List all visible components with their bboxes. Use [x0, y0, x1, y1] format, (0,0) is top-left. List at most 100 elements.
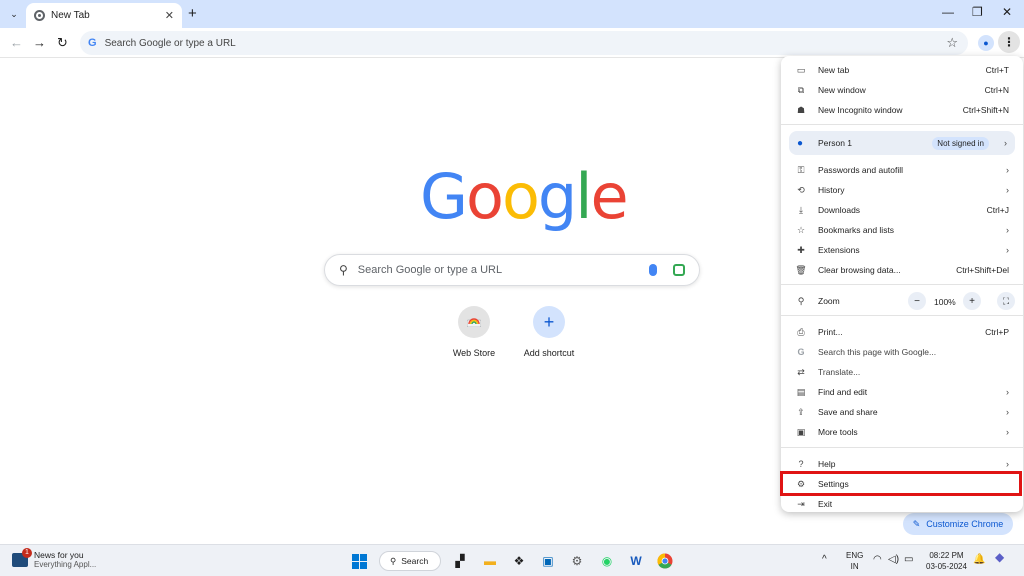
add-icon: +	[533, 306, 565, 338]
ntp-search-placeholder: Search Google or type a URL	[357, 264, 503, 276]
menu-item-bookmarks[interactable]: ☆ Bookmarks and lists ›	[781, 220, 1023, 240]
toolbar: ← → ↻ G Search Google or type a URL ☆ ● …	[0, 28, 1024, 58]
history-icon: ⟲	[797, 184, 805, 195]
wifi-icon[interactable]: ◠	[873, 554, 882, 565]
store-icon[interactable]: ▣	[539, 552, 557, 570]
whatsapp-icon[interactable]: ◉	[598, 552, 616, 570]
chrome-icon[interactable]	[656, 552, 674, 570]
signin-status-badge: Not signed in	[932, 136, 989, 150]
chrome-menu: ▭ New tab Ctrl+T ⧉ New window Ctrl+N ☗ N…	[781, 56, 1023, 512]
chevron-right-icon: ›	[1006, 427, 1009, 437]
pencil-icon: ✎	[912, 518, 921, 529]
menu-separator	[781, 315, 1023, 316]
zoom-in-button[interactable]: +	[963, 292, 981, 310]
menu-item-new-incognito[interactable]: ☗ New Incognito window Ctrl+Shift+N	[781, 100, 1023, 120]
menu-item-new-window[interactable]: ⧉ New window Ctrl+N	[781, 80, 1023, 100]
reload-icon[interactable]: ↻	[57, 35, 68, 51]
copilot-icon[interactable]: ◆	[995, 551, 1004, 563]
menu-item-extensions[interactable]: ✚ Extensions ›	[781, 240, 1023, 260]
zoom-value: 100%	[934, 297, 956, 307]
menu-item-search-page[interactable]: G Search this page with Google...	[781, 342, 1023, 362]
battery-icon[interactable]: ▭	[904, 554, 913, 565]
settings-gear-icon[interactable]: ⚙	[568, 552, 586, 570]
google-g-icon: G	[88, 37, 97, 49]
menu-item-downloads[interactable]: ⤓ Downloads Ctrl+J	[781, 200, 1023, 220]
voice-search-icon[interactable]	[649, 264, 657, 276]
news-widget[interactable]: 1 News for you Everything Appl...	[12, 547, 96, 569]
zoom-out-button[interactable]: −	[908, 292, 926, 310]
profile-avatar-icon[interactable]: ●	[978, 35, 994, 51]
tab-title: New Tab	[51, 10, 90, 21]
clock[interactable]: 08:22 PM 03-05-2024	[926, 550, 967, 572]
incognito-icon: ☗	[796, 104, 806, 115]
web-store-icon	[458, 306, 490, 338]
tab-search-chevron-icon[interactable]: ⌄	[6, 6, 22, 22]
volume-icon[interactable]: ◁)	[888, 554, 899, 565]
menu-item-person[interactable]: ● Person 1 Not signed in ›	[789, 131, 1015, 155]
menu-item-print[interactable]: ⎙ Print... Ctrl+P	[781, 322, 1023, 342]
trash-icon: 🗑	[795, 264, 807, 275]
back-icon[interactable]: ←	[10, 35, 23, 50]
address-bar[interactable]: G Search Google or type a URL ☆	[80, 31, 968, 55]
customize-chrome-button[interactable]: ✎ Customize Chrome	[903, 513, 1013, 535]
close-window-icon[interactable]: ✕	[1002, 5, 1012, 19]
download-icon: ⤓	[799, 204, 803, 215]
puzzle-icon: ✚	[797, 244, 805, 255]
menu-item-save-share[interactable]: ⇪ Save and share ›	[781, 402, 1023, 422]
settings-highlight-box	[780, 471, 1022, 496]
help-icon: ?	[798, 459, 804, 469]
news-count-badge: 1	[22, 547, 32, 558]
person-icon: ●	[797, 137, 804, 149]
taskbar-search[interactable]: ⚲ Search	[379, 551, 441, 571]
tab-close-icon[interactable]: ✕	[165, 9, 174, 22]
news-icon: 1	[12, 547, 32, 567]
search-icon: ⚲	[390, 555, 397, 566]
chevron-right-icon: ›	[1006, 245, 1009, 255]
tab-strip: ⌄ New Tab ✕ + — ❐ ✕	[0, 0, 1024, 28]
menu-item-clear-data[interactable]: 🗑 Clear browsing data... Ctrl+Shift+Del	[781, 260, 1023, 280]
shortcut-add[interactable]: + Add shortcut	[509, 306, 589, 358]
translate-icon: ⇄	[797, 366, 805, 377]
google-lens-icon[interactable]	[673, 264, 685, 276]
tab-new-tab[interactable]: New Tab ✕	[26, 3, 182, 28]
menu-item-translate[interactable]: ⇄ Translate...	[781, 362, 1023, 382]
shortcut-label: Web Store	[452, 348, 496, 358]
word-icon[interactable]: W	[627, 552, 645, 570]
ntp-search-box[interactable]: ⚲ Search Google or type a URL	[324, 254, 700, 286]
forward-icon[interactable]: →	[33, 35, 46, 50]
task-view-icon[interactable]: ▞	[451, 552, 469, 570]
menu-item-zoom: ⚲ Zoom	[781, 291, 1023, 311]
new-tab-plus-icon[interactable]: +	[188, 5, 197, 22]
chevron-right-icon: ›	[1006, 225, 1009, 235]
zoom-icon: ⚲	[797, 295, 805, 306]
shortcut-web-store[interactable]: Web Store	[434, 306, 514, 358]
chevron-right-icon: ›	[1006, 387, 1009, 397]
menu-kebab-icon[interactable]: ⋮	[998, 31, 1020, 53]
minimize-icon[interactable]: —	[942, 5, 954, 19]
fullscreen-icon[interactable]: ⛶	[997, 292, 1015, 310]
find-icon: ▤	[796, 386, 806, 397]
menu-item-passwords[interactable]: ⚿ Passwords and autofill ›	[781, 160, 1023, 180]
file-explorer-icon[interactable]: ▬	[481, 552, 499, 570]
menu-item-history[interactable]: ⟲ History ›	[781, 180, 1023, 200]
bookmark-star-icon[interactable]: ☆	[946, 35, 958, 51]
menu-item-exit[interactable]: ⇥ Exit	[781, 494, 1023, 512]
google-g-icon: G	[797, 347, 805, 357]
notification-bell-icon[interactable]: 🔔	[973, 554, 985, 565]
menu-item-new-tab[interactable]: ▭ New tab Ctrl+T	[781, 60, 1023, 80]
chevron-right-icon: ›	[1006, 185, 1009, 195]
menu-separator	[781, 284, 1023, 285]
exit-icon: ⇥	[797, 498, 805, 509]
share-icon: ⇪	[797, 406, 805, 417]
search-icon: ⚲	[339, 263, 348, 277]
restore-icon[interactable]: ❐	[972, 5, 983, 19]
windows-start-icon[interactable]	[350, 552, 368, 570]
address-bar-placeholder: Search Google or type a URL	[104, 37, 236, 49]
dropbox-icon[interactable]: ❖	[510, 552, 528, 570]
language-indicator[interactable]: ENG IN	[846, 550, 863, 572]
menu-separator	[781, 124, 1023, 125]
google-logo: Google	[420, 160, 629, 233]
menu-item-more-tools[interactable]: ▣ More tools ›	[781, 422, 1023, 442]
tray-chevron-up-icon[interactable]: ^	[822, 554, 827, 565]
menu-item-find-edit[interactable]: ▤ Find and edit ›	[781, 382, 1023, 402]
